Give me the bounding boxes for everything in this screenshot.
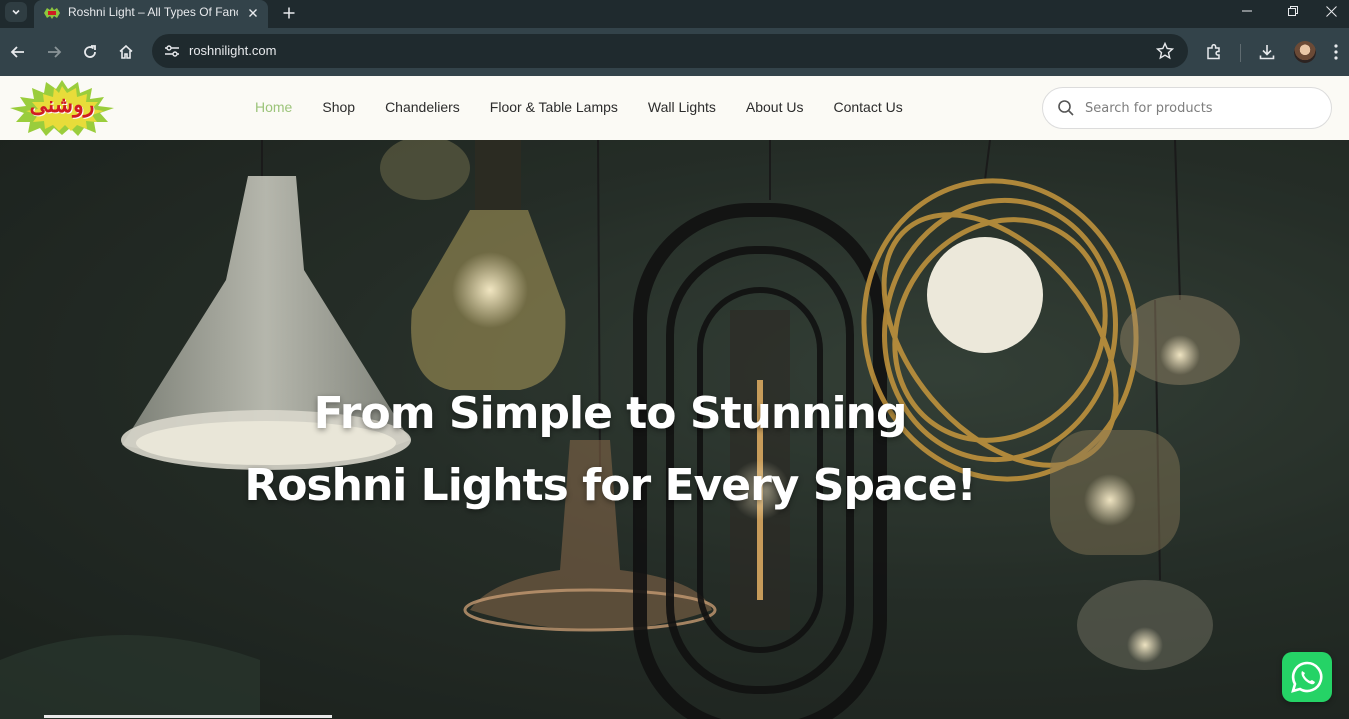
tab-search-button[interactable] xyxy=(5,2,27,22)
nav-item-about-us[interactable]: About Us xyxy=(746,99,804,119)
site-logo[interactable]: روشنی xyxy=(10,80,114,136)
reload-button[interactable] xyxy=(76,38,104,66)
nav-item-wall-lights[interactable]: Wall Lights xyxy=(648,99,716,119)
minimize-icon xyxy=(1242,10,1252,12)
search-icon xyxy=(1058,100,1074,116)
tab-title: Roshni Light – All Types Of Fanc xyxy=(68,5,238,19)
search-input[interactable] xyxy=(1083,98,1313,118)
kebab-menu-icon xyxy=(1334,44,1338,60)
main-nav: Home Shop Chandeliers Floor & Table Lamp… xyxy=(255,99,903,119)
hero-headline: From Simple to Stunning Roshni Lights fo… xyxy=(100,378,1120,522)
browser-toolbar: roshnilight.com xyxy=(0,28,1349,76)
logo-text: روشنی xyxy=(29,92,95,118)
browser-menu-button[interactable] xyxy=(1326,38,1346,66)
nav-item-contact-us[interactable]: Contact Us xyxy=(833,99,902,119)
nav-item-shop[interactable]: Shop xyxy=(322,99,355,119)
hero-line-2: Roshni Lights for Every Space! xyxy=(244,460,976,511)
back-icon xyxy=(10,46,24,58)
restore-button[interactable] xyxy=(1270,0,1316,22)
tune-icon xyxy=(165,45,179,57)
restore-icon xyxy=(1288,6,1298,16)
nav-item-chandeliers[interactable]: Chandeliers xyxy=(385,99,460,119)
download-icon xyxy=(1259,45,1275,60)
tab-close-button[interactable] xyxy=(244,4,262,22)
close-window-button[interactable] xyxy=(1314,0,1349,22)
home-icon xyxy=(119,44,133,59)
star-icon[interactable] xyxy=(1156,42,1174,60)
hero-banner: From Simple to Stunning Roshni Lights fo… xyxy=(0,140,1349,719)
hero-line-1: From Simple to Stunning xyxy=(313,388,908,439)
toolbar-separator xyxy=(1240,44,1241,62)
nav-item-home[interactable]: Home xyxy=(255,99,292,119)
extensions-button[interactable] xyxy=(1200,38,1228,66)
address-bar[interactable]: roshnilight.com xyxy=(152,34,1188,68)
forward-icon xyxy=(48,46,62,58)
reload-icon xyxy=(84,45,96,58)
chevron-down-icon xyxy=(12,9,20,15)
close-icon xyxy=(1326,5,1337,17)
minimize-button[interactable] xyxy=(1224,0,1270,22)
new-tab-button[interactable] xyxy=(278,2,300,24)
browser-tab-bar: Roshni Light – All Types Of Fanc xyxy=(0,0,1349,28)
plus-icon xyxy=(283,7,295,19)
site-header: روشنی Home Shop Chandeliers Floor & Tabl… xyxy=(0,76,1349,140)
home-button[interactable] xyxy=(112,38,140,66)
browser-tab-active[interactable]: Roshni Light – All Types Of Fanc xyxy=(34,0,268,28)
product-search[interactable] xyxy=(1042,87,1332,129)
url-text[interactable]: roshnilight.com xyxy=(189,43,276,58)
whatsapp-icon xyxy=(1291,661,1323,693)
nav-item-floor-table-lamps[interactable]: Floor & Table Lamps xyxy=(490,99,618,119)
site-favicon-icon xyxy=(44,7,60,19)
whatsapp-chat-button[interactable] xyxy=(1282,652,1332,702)
profile-avatar[interactable] xyxy=(1294,41,1316,63)
extensions-icon xyxy=(1207,43,1220,60)
downloads-button[interactable] xyxy=(1253,38,1281,66)
slider-progress-bar xyxy=(44,715,332,718)
back-button[interactable] xyxy=(4,38,32,66)
site-info-button[interactable] xyxy=(162,41,182,61)
close-icon xyxy=(249,9,257,17)
forward-button[interactable] xyxy=(40,38,68,66)
